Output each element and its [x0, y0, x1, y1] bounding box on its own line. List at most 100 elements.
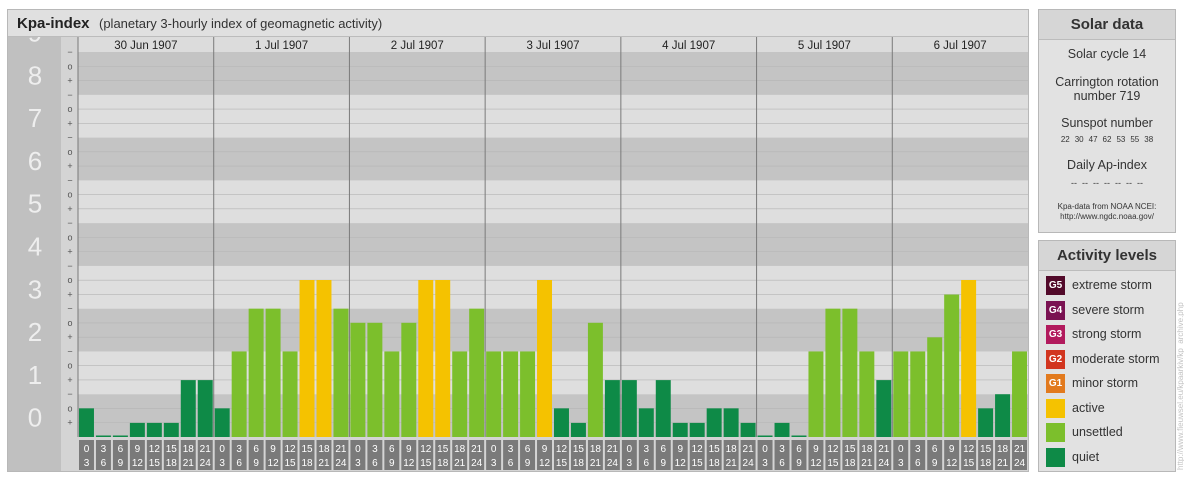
- interval-end-label: 6: [644, 458, 650, 469]
- interval-start-label: 9: [677, 444, 683, 455]
- interval-end-label: 18: [166, 458, 178, 469]
- interval-start-label: 12: [149, 444, 161, 455]
- interval-start-label: 3: [915, 444, 921, 455]
- legend-swatch: G3: [1046, 325, 1065, 344]
- interval-end-label: 3: [762, 458, 768, 469]
- y-subtick-label: o: [67, 61, 72, 71]
- interval-start-label: 0: [762, 444, 768, 455]
- kp-bar: [163, 422, 179, 437]
- legend-label: moderate storm: [1072, 351, 1160, 366]
- y-subtick-label: −: [67, 261, 72, 271]
- kp-bar: [587, 322, 603, 437]
- kp-bar: [248, 308, 264, 437]
- band-4: [78, 223, 1028, 266]
- interval-end-label: 6: [915, 458, 921, 469]
- interval-end-label: 24: [878, 458, 890, 469]
- interval-start-label: 3: [101, 444, 107, 455]
- kp-bar: [842, 308, 858, 437]
- interval-end-label: 12: [268, 458, 280, 469]
- interval-start-label: 12: [692, 444, 704, 455]
- interval-end-label: 9: [253, 458, 259, 469]
- chart-subtitle: (planetary 3-hourly index of geomagnetic…: [99, 16, 383, 31]
- kp-bar: [146, 422, 162, 437]
- y-subtick-label: +: [67, 418, 72, 428]
- kp-bar: [927, 337, 943, 437]
- kp-bar: [469, 308, 485, 437]
- legend-label: unsettled: [1072, 425, 1123, 439]
- interval-start-label: 18: [318, 444, 330, 455]
- interval-start-label: 12: [556, 444, 568, 455]
- legend-label: active: [1072, 400, 1105, 415]
- kp-bar: [452, 351, 468, 437]
- interval-end-label: 12: [810, 458, 822, 469]
- ap-index-value: --: [1115, 178, 1121, 188]
- y-subtick-label: o: [67, 104, 72, 114]
- kp-bar: [757, 435, 773, 437]
- kp-bar: [740, 422, 756, 437]
- ap-index-value: --: [1082, 178, 1088, 188]
- carrington-rotation-line2: number 719: [1073, 89, 1141, 103]
- y-subtick-label: +: [67, 161, 72, 171]
- interval-start-label: 6: [253, 444, 259, 455]
- interval-start-label: 21: [743, 444, 755, 455]
- interval-start-label: 15: [980, 444, 992, 455]
- y-tick-label: 8: [28, 60, 42, 90]
- interval-end-label: 3: [491, 458, 497, 469]
- interval-start-label: 0: [898, 444, 904, 455]
- interval-end-label: 18: [301, 458, 313, 469]
- interval-start-label: 0: [627, 444, 633, 455]
- interval-start-label: 18: [454, 444, 466, 455]
- kp-bar: [95, 435, 111, 437]
- interval-end-label: 3: [355, 458, 361, 469]
- y-subtick-label: o: [67, 361, 72, 371]
- interval-start-label: 18: [183, 444, 195, 455]
- interval-start-label: 0: [84, 444, 90, 455]
- interval-end-label: 15: [420, 458, 432, 469]
- interval-end-label: 9: [660, 458, 666, 469]
- kpa-chart-panel: Kpa-index (planetary 3-hourly index of g…: [7, 9, 1029, 472]
- sunspot-value: 62: [1102, 135, 1112, 144]
- ap-index-title: Daily Ap-index: [1067, 158, 1147, 172]
- interval-start-label: 0: [219, 444, 225, 455]
- kp-bar: [570, 422, 586, 437]
- interval-start-label: 21: [200, 444, 212, 455]
- interval-end-label: 12: [403, 458, 415, 469]
- kp-bar: [944, 294, 960, 437]
- y-tick-label: 9: [28, 37, 42, 48]
- sunspot-value: 47: [1088, 135, 1098, 144]
- legend-label: quiet: [1072, 449, 1100, 464]
- interval-end-label: 3: [898, 458, 904, 469]
- sunspot-values: 22 30 47 62 53 55 38: [1039, 135, 1175, 144]
- y-subtick-label: +: [67, 247, 72, 257]
- y-subtick-label: o: [67, 403, 72, 413]
- interval-start-label: 6: [118, 444, 124, 455]
- kp-bar: [723, 408, 739, 437]
- kp-bar: [180, 380, 196, 437]
- interval-start-label: 15: [166, 444, 178, 455]
- day-label: 1 Jul 1907: [255, 40, 308, 52]
- interval-end-label: 12: [132, 458, 144, 469]
- kp-bar: [910, 351, 926, 437]
- interval-start-label: 12: [284, 444, 296, 455]
- chart-title-bar: Kpa-index (planetary 3-hourly index of g…: [8, 10, 1028, 37]
- interval-end-label: 15: [692, 458, 704, 469]
- interval-end-label: 15: [963, 458, 975, 469]
- data-source-link[interactable]: http://www.ngdc.noaa.gov/: [1039, 212, 1175, 222]
- site-credit: http://www.fieuwsel.eu/kpaarkiv/kp_archi…: [1176, 302, 1184, 470]
- solar-data-panel: Solar data Solar cycle 14 Carrington rot…: [1038, 9, 1176, 233]
- legend-label: severe storm: [1072, 302, 1145, 317]
- interval-start-label: 0: [491, 444, 497, 455]
- interval-start-label: 6: [389, 444, 395, 455]
- interval-start-label: 21: [335, 444, 347, 455]
- kp-bar: [554, 408, 569, 437]
- day-label: 2 Jul 1907: [391, 40, 444, 52]
- kp-bar: [129, 422, 145, 437]
- activity-levels-title: Activity levels: [1039, 241, 1175, 271]
- interval-start-label: 18: [861, 444, 873, 455]
- kp-bar: [689, 422, 705, 437]
- kp-bar: [706, 408, 722, 437]
- kp-bar: [995, 394, 1011, 437]
- sunspot-value: 22: [1060, 135, 1070, 144]
- interval-end-label: 3: [84, 458, 90, 469]
- ap-index-values: -- -- -- -- -- -- --: [1039, 178, 1175, 188]
